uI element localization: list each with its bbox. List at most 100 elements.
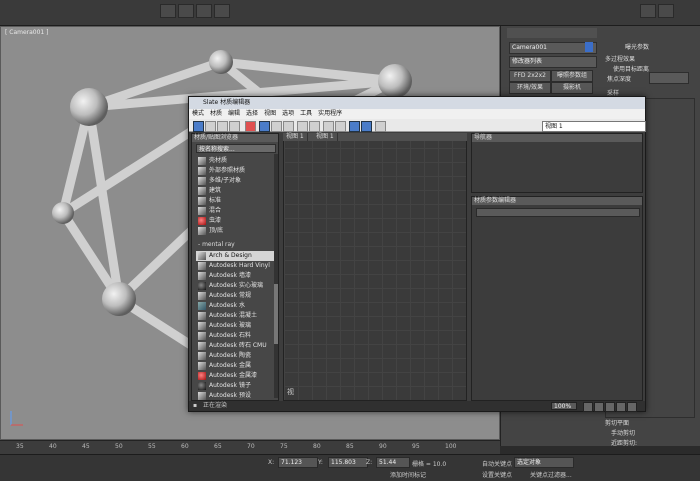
browser-search-input[interactable]: 按名称搜索... xyxy=(196,144,276,153)
layout-icon[interactable] xyxy=(309,121,320,132)
list-item[interactable]: 外部参照材质 xyxy=(196,166,276,176)
pick-material-icon[interactable] xyxy=(205,121,216,132)
zoom-extents-icon[interactable] xyxy=(616,402,626,412)
timeline-tick: 65 xyxy=(214,443,222,450)
move-children-icon[interactable] xyxy=(259,121,270,132)
put-material-icon[interactable] xyxy=(217,121,228,132)
list-item[interactable]: Autodesk 预设 xyxy=(196,391,276,401)
menu-material[interactable]: 材质 xyxy=(207,109,225,119)
clip-plane-label: 剪切平面 xyxy=(605,420,630,427)
menu-view[interactable]: 视图 xyxy=(261,109,279,119)
add-time-tag[interactable]: 添加时间标记 xyxy=(390,470,426,479)
list-item[interactable]: Autodesk 玻璃 xyxy=(196,321,276,331)
zoom-region-icon[interactable] xyxy=(605,402,615,412)
timeline[interactable]: 35 40 45 50 55 60 65 70 75 80 85 90 95 1… xyxy=(0,440,500,454)
param-editor-header[interactable]: 材质参数编辑器 xyxy=(472,197,642,205)
timeline-tick: 50 xyxy=(115,443,123,450)
list-item[interactable]: 建筑 xyxy=(196,186,276,196)
modifier-list-dropdown[interactable]: 修改器列表 xyxy=(509,56,597,68)
arrange-icon[interactable] xyxy=(335,121,346,132)
list-item[interactable]: 壳材质 xyxy=(196,156,276,166)
keyfilter-button[interactable]: 关键点过滤器... xyxy=(530,470,572,479)
list-item[interactable]: Autodesk 石料 xyxy=(196,331,276,341)
axis-gizmo xyxy=(10,411,23,426)
list-item[interactable]: Autodesk 常规 xyxy=(196,291,276,301)
list-item[interactable]: 虫漆 xyxy=(196,216,276,226)
focus-field[interactable] xyxy=(649,72,689,84)
list-item[interactable]: Autodesk 水 xyxy=(196,301,276,311)
list-item[interactable]: Autodesk 砖石 CMU xyxy=(196,341,276,351)
main-toolbar xyxy=(0,0,700,26)
zoom-dropdown[interactable]: 100% xyxy=(551,402,577,410)
zoom-icon[interactable] xyxy=(594,402,604,412)
ffd-button[interactable]: FFD 2x2x2 xyxy=(509,70,551,82)
window-title[interactable]: Slate 材质编辑器 xyxy=(189,97,645,109)
browser-scrollbar[interactable] xyxy=(274,154,278,398)
dof-checkbox[interactable]: 使用目标距离 xyxy=(613,64,649,73)
list-item[interactable]: Autodesk 实心玻璃 xyxy=(196,281,276,291)
delete-icon[interactable] xyxy=(245,121,256,132)
browser-scroll-thumb[interactable] xyxy=(274,284,278,344)
command-panel-tabs[interactable] xyxy=(507,28,597,38)
toolbar-tool-icon[interactable] xyxy=(640,4,656,18)
toolbar-tool-icon[interactable] xyxy=(214,4,230,18)
object-name-field[interactable]: Camera001 xyxy=(509,42,597,54)
parameter-editor-icon[interactable] xyxy=(361,121,372,132)
show-map-icon[interactable] xyxy=(283,121,294,132)
menu-select[interactable]: 选择 xyxy=(243,109,261,119)
param-name-field[interactable] xyxy=(476,208,640,217)
menu-tools[interactable]: 工具 xyxy=(297,109,315,119)
hide-icon[interactable] xyxy=(271,121,282,132)
z-coord-field[interactable]: 51.44 xyxy=(376,457,410,468)
camera-button[interactable]: 摄影机 xyxy=(551,82,593,94)
list-item[interactable]: 多维/子对象 xyxy=(196,176,276,186)
list-item[interactable]: 混合 xyxy=(196,206,276,216)
list-item-arch-design[interactable]: Arch & Design xyxy=(196,251,276,261)
select-by-material-icon[interactable] xyxy=(375,121,386,132)
rollout-exposure[interactable]: 曝光参数 xyxy=(625,42,649,51)
object-color-swatch[interactable] xyxy=(585,42,593,52)
list-item[interactable]: Autodesk Hard Vinyl xyxy=(196,261,276,271)
assign-material-icon[interactable] xyxy=(229,121,240,132)
menu-utilities[interactable]: 实用程序 xyxy=(315,109,345,119)
rollout-multipass[interactable]: 多过程效果 xyxy=(605,54,635,63)
browser-header[interactable]: 材质/贴图浏览器 xyxy=(192,134,278,142)
list-item[interactable]: Autodesk 混凝土 xyxy=(196,311,276,321)
env-button[interactable]: 环境/效果 xyxy=(509,82,551,94)
list-item[interactable]: Autodesk 金属 xyxy=(196,361,276,371)
selection-set-dropdown[interactable]: 选定对象 xyxy=(514,457,574,468)
menu-options[interactable]: 选项 xyxy=(279,109,297,119)
manual-clip-checkbox[interactable]: 手动剪切 xyxy=(611,428,635,437)
autokey-label[interactable]: 自动关键点 xyxy=(482,459,512,468)
ffd2-button[interactable]: 曝照参数组 xyxy=(551,70,593,82)
list-item[interactable]: 顶/底 xyxy=(196,226,276,236)
mental-ray-group-header[interactable]: - mental ray xyxy=(198,241,235,249)
navigator-header[interactable]: 导航器 xyxy=(472,134,642,142)
y-coord-field[interactable]: 115.803 xyxy=(328,457,368,468)
node-view-canvas[interactable] xyxy=(283,133,467,401)
toolbar-tool-icon[interactable] xyxy=(196,4,212,18)
timeline-tick: 80 xyxy=(313,443,321,450)
menu-edit[interactable]: 编辑 xyxy=(225,109,243,119)
list-item[interactable]: 标准 xyxy=(196,196,276,206)
pan-icon[interactable] xyxy=(583,402,593,412)
lay-out-children-icon[interactable] xyxy=(323,121,334,132)
list-item[interactable]: Autodesk 镜子 xyxy=(196,381,276,391)
zoom-selected-icon[interactable] xyxy=(627,402,637,412)
background-icon[interactable] xyxy=(297,121,308,132)
list-item[interactable]: Autodesk 金属漆 xyxy=(196,371,276,381)
toolbar-tool-icon[interactable] xyxy=(658,4,674,18)
select-tool-icon[interactable] xyxy=(193,121,204,132)
toolbar-tool-icon[interactable] xyxy=(160,4,176,18)
tab-view-1-active[interactable]: 视图 1 xyxy=(313,133,338,141)
setkey-label[interactable]: 设置关键点 xyxy=(482,470,512,479)
view-dropdown[interactable]: 视图 1 xyxy=(542,121,646,132)
menu-mode[interactable]: 模式 xyxy=(189,109,207,119)
material-map-navigator-icon[interactable] xyxy=(349,121,360,132)
list-item[interactable]: Autodesk 墙漆 xyxy=(196,271,276,281)
grid-size: 栅格 = 10.0 xyxy=(412,461,447,468)
list-item[interactable]: Autodesk 陶瓷 xyxy=(196,351,276,361)
toolbar-tool-icon[interactable] xyxy=(178,4,194,18)
x-coord-field[interactable]: 71.123 xyxy=(278,457,318,468)
tab-view-1[interactable]: 视图 1 xyxy=(283,133,308,141)
